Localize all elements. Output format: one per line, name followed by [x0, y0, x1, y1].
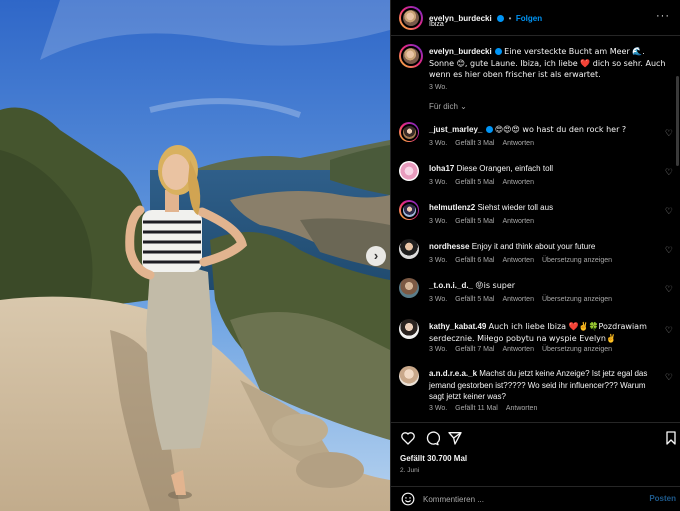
heart-icon[interactable]: ♡	[665, 206, 673, 217]
comment-input[interactable]	[423, 491, 623, 507]
sort-dropdown[interactable]: Für dich ⌄	[429, 102, 467, 111]
author-avatar[interactable]	[399, 6, 423, 30]
comment-time: 3 Wo.	[429, 296, 448, 303]
reply-button[interactable]: Antworten	[502, 179, 534, 186]
post-date: 2. Juni	[400, 467, 420, 474]
verified-icon	[497, 15, 505, 22]
comment-avatar[interactable]	[399, 161, 419, 181]
post-header: evelyn_burdecki • Folgen Ibiza ···	[391, 0, 680, 36]
comment-likes[interactable]: Gefällt 5 Mal	[455, 296, 494, 303]
comments-list[interactable]: evelyn_burdecki Eine versteckte Bucht am…	[391, 36, 680, 421]
heart-icon[interactable]	[400, 430, 416, 446]
comment-avatar[interactable]	[399, 200, 419, 220]
post-photo[interactable]: ›	[0, 0, 390, 511]
comment-item: kathy_kabat.49 Auch ich liebe Ibiza ❤️✌️…	[399, 319, 679, 359]
reply-button[interactable]: Antworten	[502, 257, 534, 264]
location-link[interactable]: Ibiza	[429, 21, 444, 28]
heart-icon[interactable]: ♡	[665, 128, 673, 139]
comment-avatar[interactable]	[399, 366, 419, 386]
caption-time: 3 Wo.	[429, 84, 448, 91]
separator: •	[508, 14, 512, 23]
next-image-button[interactable]: ›	[366, 246, 386, 266]
comment-text: Siehst wieder toll aus	[477, 203, 554, 212]
comment-time: 3 Wo.	[429, 346, 448, 353]
comment-item: _t.o.n.i._d._ 😝is super 3 Wo. Gefällt 5 M…	[399, 278, 679, 310]
likes-count[interactable]: Gefällt 30.700 Mal	[400, 454, 467, 463]
verified-icon	[485, 126, 493, 133]
photo-scene	[0, 0, 390, 511]
translate-button[interactable]: Übersetzung anzeigen	[542, 257, 612, 264]
comment-likes[interactable]: Gefällt 5 Mal	[455, 218, 494, 225]
comment-time: 3 Wo.	[429, 257, 448, 264]
comment-icon[interactable]	[424, 430, 440, 446]
reply-button[interactable]: Antworten	[502, 140, 534, 147]
heart-icon[interactable]: ♡	[665, 245, 673, 256]
comment-likes[interactable]: Gefällt 11 Mal	[455, 405, 498, 412]
post-actions: Gefällt 30.700 Mal 2. Juni Posten	[391, 422, 680, 510]
comment-avatar[interactable]	[399, 239, 419, 259]
reply-button[interactable]: Antworten	[502, 346, 534, 353]
comment-text: 😍😍😍 wo hast du den rock her ?	[494, 125, 627, 134]
comment-username[interactable]: nordhesse	[429, 242, 469, 251]
comment-item: _just_marley_ 😍😍😍 wo hast du den rock he…	[399, 122, 679, 154]
comment-username[interactable]: kathy_kabat.49	[429, 322, 486, 331]
translate-button[interactable]: Übersetzung anzeigen	[542, 346, 612, 353]
comment-item: helmutlenz2 Siehst wieder toll aus 3 Wo.…	[399, 200, 679, 232]
reply-button[interactable]: Antworten	[502, 218, 534, 225]
comment-username[interactable]: a.n.d.r.e.a._k	[429, 369, 477, 378]
share-icon[interactable]	[447, 430, 463, 446]
comment-item: loha17 Diese Orangen, einfach toll 3 Wo.…	[399, 161, 679, 193]
comment-item: nordhesse Enjoy it and think about your …	[399, 239, 679, 271]
reply-button[interactable]: Antworten	[506, 405, 538, 412]
heart-icon[interactable]: ♡	[665, 284, 673, 295]
bookmark-icon[interactable]	[663, 430, 679, 446]
translate-button[interactable]: Übersetzung anzeigen	[542, 296, 612, 303]
post-comment-button[interactable]: Posten	[649, 494, 676, 503]
comment-likes[interactable]: Gefällt 5 Mal	[455, 179, 494, 186]
caption-avatar[interactable]	[399, 44, 423, 68]
comment-likes[interactable]: Gefällt 3 Mal	[455, 140, 494, 147]
post-detail-panel: evelyn_burdecki • Folgen Ibiza ··· evely…	[390, 0, 680, 511]
heart-icon[interactable]: ♡	[665, 325, 673, 336]
follow-button[interactable]: Folgen	[516, 14, 542, 23]
comment-likes[interactable]: Gefällt 7 Mal	[455, 346, 494, 353]
comment-time: 3 Wo.	[429, 140, 448, 147]
comment-username[interactable]: _just_marley_	[429, 125, 482, 134]
caption-username[interactable]: evelyn_burdecki	[429, 47, 492, 56]
comment-time: 3 Wo.	[429, 405, 448, 412]
comment-text: 😝is super	[475, 281, 516, 290]
comment-composer: Posten	[391, 486, 680, 511]
comment-likes[interactable]: Gefällt 6 Mal	[455, 257, 494, 264]
comment-avatar[interactable]	[399, 278, 419, 298]
comment-avatar[interactable]	[399, 319, 419, 339]
comment-item: a.n.d.r.e.a._k Machst du jetzt keine Anz…	[399, 366, 679, 418]
comment-avatar[interactable]	[399, 122, 419, 142]
comment-time: 3 Wo.	[429, 218, 448, 225]
verified-icon	[494, 48, 502, 55]
comment-username[interactable]: loha17	[429, 164, 454, 173]
reply-button[interactable]: Antworten	[502, 296, 534, 303]
comment-text: Enjoy it and think about your future	[471, 242, 596, 251]
comment-username[interactable]: _t.o.n.i._d._	[429, 281, 473, 290]
emoji-icon[interactable]	[401, 492, 415, 506]
heart-icon[interactable]: ♡	[665, 167, 673, 178]
chevron-right-icon: ›	[373, 248, 379, 263]
more-icon[interactable]: ···	[656, 10, 670, 22]
heart-icon[interactable]: ♡	[665, 372, 673, 383]
comments-scrollbar[interactable]	[676, 76, 679, 166]
comment-text: Diese Orangen, einfach toll	[456, 164, 554, 173]
comment-username[interactable]: helmutlenz2	[429, 203, 475, 212]
comment-time: 3 Wo.	[429, 179, 448, 186]
